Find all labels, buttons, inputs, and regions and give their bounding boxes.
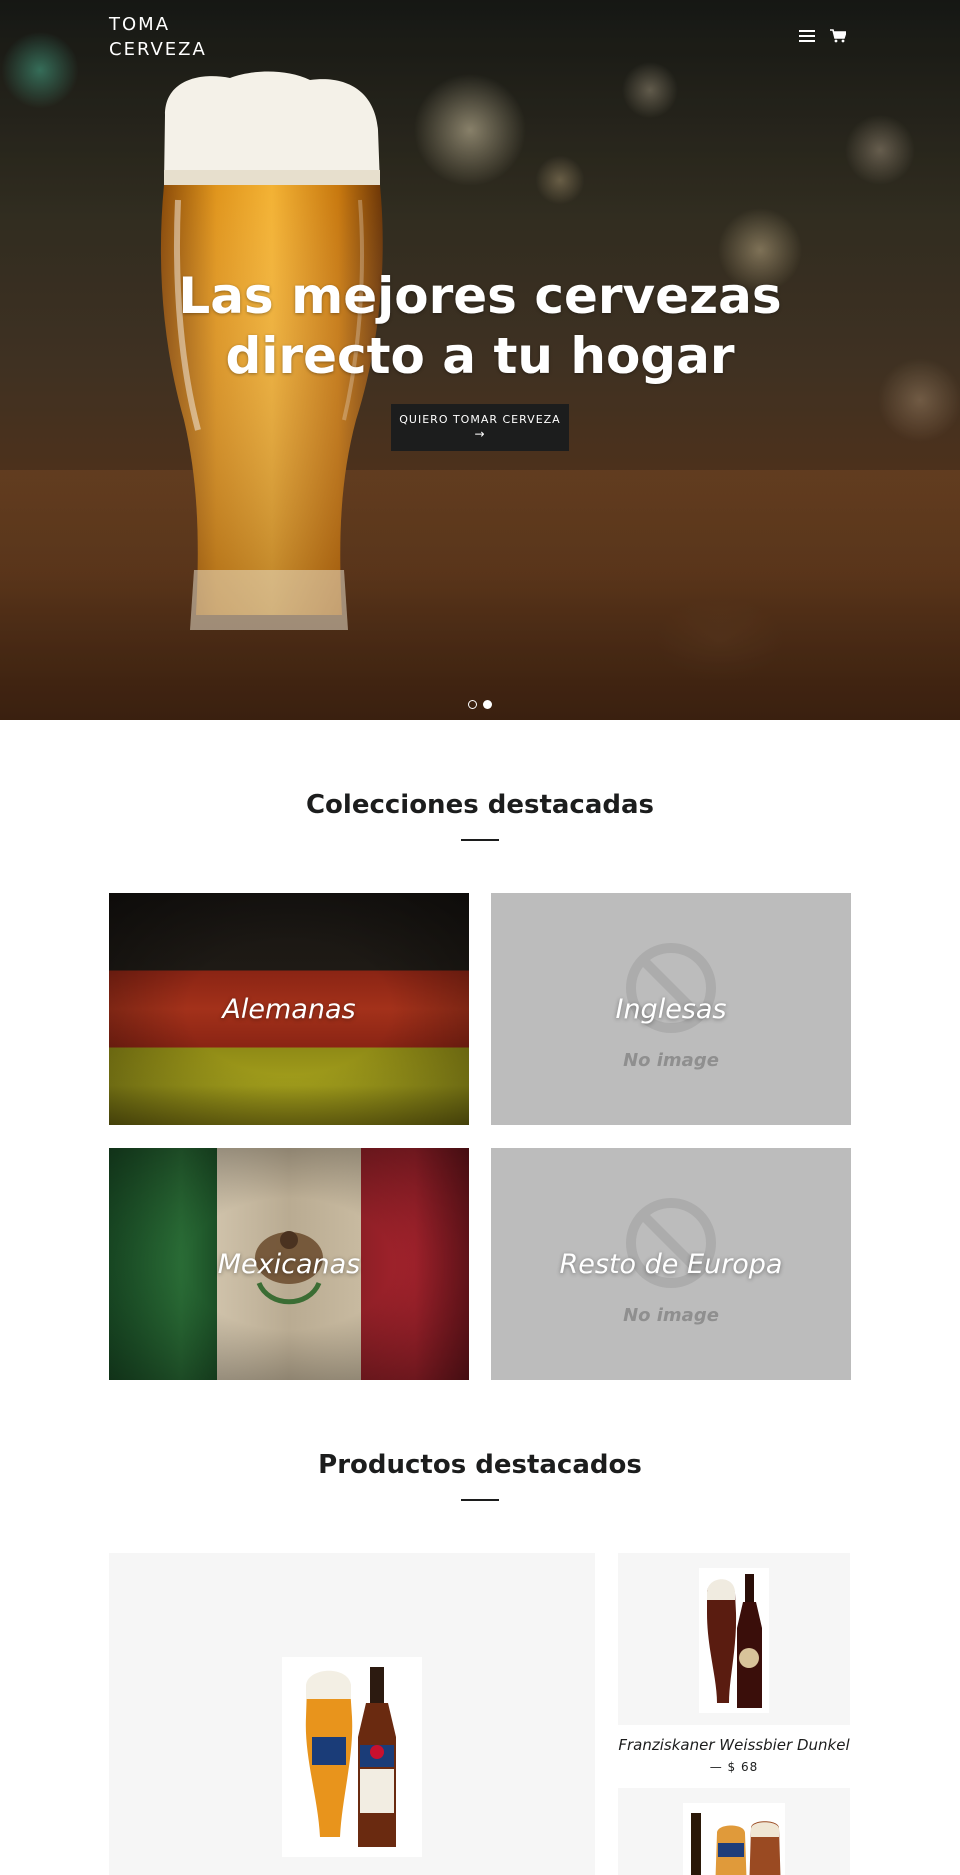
arrow-right-icon: → [474,427,486,441]
collection-alemanas[interactable]: Alemanas [109,893,469,1125]
products-title: Productos destacados [318,1450,642,1480]
product-name[interactable]: Franziskaner Weissbier Dunkel [600,1736,868,1754]
slide-dot-1[interactable] [468,700,477,709]
franziskaner-beer-image [699,1568,769,1713]
site-header: TOMA CERVEZA [0,0,960,80]
product-card-franziskaner[interactable] [618,1553,850,1725]
product-price: — $ 68 [709,1760,759,1774]
hofbrau-beer-image [683,1803,785,1875]
hero-cta-button[interactable]: QUIERO TOMAR CERVEZA → [391,404,569,451]
collection-mexicanas[interactable]: Mexicanas [109,1148,469,1380]
product-card-erdinger[interactable] [109,1553,595,1875]
hero-cta-label: QUIERO TOMAR CERVEZA [399,413,561,426]
section-divider [461,839,499,841]
collection-inglesas[interactable]: No image Inglesas [491,893,851,1125]
collection-label: Resto de Europa [559,1248,783,1280]
hero-slideshow: TOMA CERVEZA Las mejores cervezas direct… [0,0,960,720]
collection-resto-de-europa[interactable]: No image Resto de Europa [491,1148,851,1380]
hamburger-menu-icon[interactable] [797,27,817,45]
collections-title: Colecciones destacadas [305,790,655,820]
product-card-hofbrau[interactable] [618,1788,850,1875]
section-divider [461,1499,499,1501]
hero-title: Las mejores cervezas directo a tu hogar [178,267,782,385]
collection-label: Inglesas [615,993,727,1025]
collection-label: Alemanas [222,993,356,1025]
shopping-cart-icon[interactable] [828,27,848,45]
erdinger-beer-image [282,1657,422,1857]
site-logo[interactable]: TOMA CERVEZA [109,12,249,62]
slide-dot-2-active[interactable] [483,700,492,709]
collection-label: Mexicanas [217,1248,361,1280]
